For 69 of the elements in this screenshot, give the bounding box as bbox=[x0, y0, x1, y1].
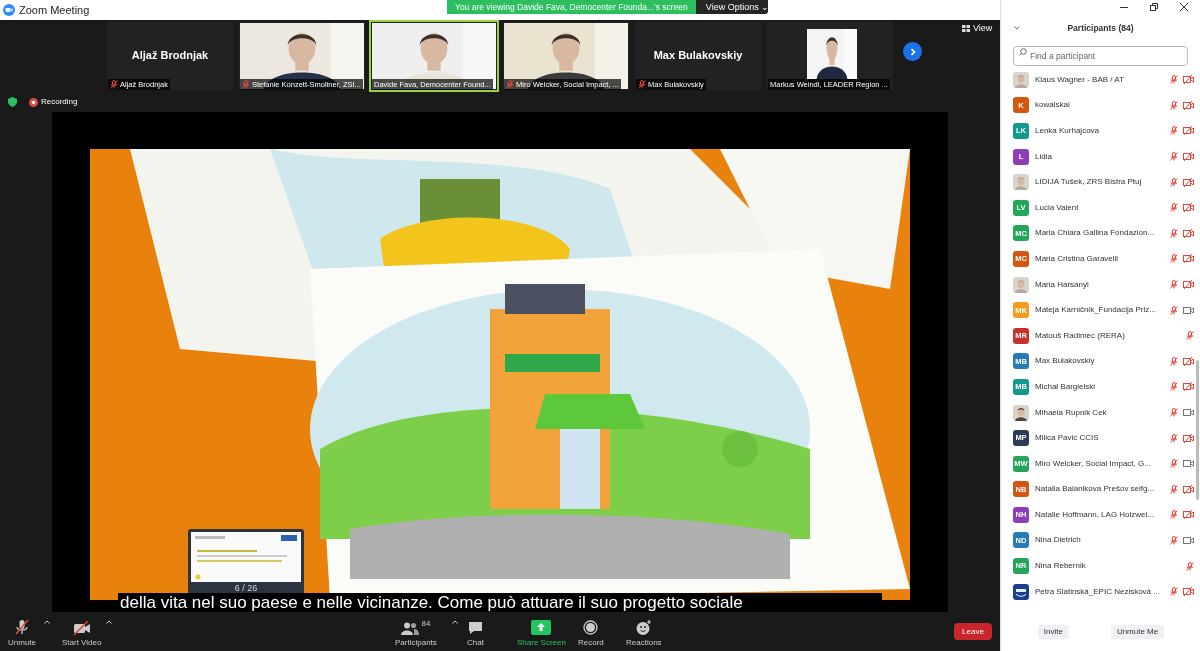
shield-icon bbox=[8, 97, 17, 107]
share-screen-icon bbox=[531, 620, 552, 635]
participant-row[interactable]: Mihaela Rupnik Cek bbox=[1013, 399, 1194, 426]
participant-name: Klaus Wagner - BAB / AT bbox=[1035, 73, 1125, 86]
share-screen-button[interactable]: Share Screen bbox=[517, 618, 566, 649]
close-icon[interactable] bbox=[1180, 3, 1188, 11]
mic-button[interactable]: Unmute bbox=[8, 618, 36, 649]
participant-name: Max Bulakovskiy bbox=[652, 48, 744, 63]
caret-up-icon[interactable] bbox=[106, 620, 112, 624]
muted-mic-icon bbox=[15, 619, 29, 635]
participant-name: LIDIJA Tušek, ZRS Bistra Ptuj bbox=[1035, 176, 1143, 189]
participant-name: Maria Cristina Garavelli bbox=[1035, 252, 1120, 265]
smiley-icon bbox=[635, 620, 652, 635]
recording-label: Recording bbox=[41, 96, 78, 108]
participant-name: Lidia bbox=[1035, 150, 1053, 163]
participant-name: Mateja Karničnik_Fundacija Priz... bbox=[1035, 304, 1157, 317]
scrollbar-thumb[interactable] bbox=[1196, 360, 1199, 500]
next-page-button[interactable] bbox=[903, 42, 922, 61]
camera-logo-icon bbox=[3, 4, 15, 16]
participant-name: Maria Harsanyi bbox=[1035, 278, 1090, 291]
participant-name: kowalskai bbox=[1035, 99, 1071, 112]
participant-name: Petra Slatinská_EPIC Nezisková ... bbox=[1035, 585, 1161, 598]
reactions-button[interactable]: Reactions bbox=[626, 618, 662, 649]
viewing-banner: You are viewing Davide Fava, Democenter Founda...'s screen bbox=[447, 0, 696, 14]
participant-name: Natalia Balanikova Prešov selfg... bbox=[1035, 483, 1156, 496]
panel-button[interactable]: Invite bbox=[1037, 624, 1069, 639]
participant-name: Nina Dietrich bbox=[1035, 534, 1082, 547]
minimize-icon[interactable] bbox=[1120, 6, 1128, 8]
chevron-right-icon bbox=[908, 47, 917, 56]
restore-icon[interactable] bbox=[1150, 3, 1158, 11]
grid-icon bbox=[962, 25, 970, 33]
participant-name: Lucia Valent bbox=[1035, 201, 1080, 214]
participant-row[interactable]: Maria Harsanyi bbox=[1013, 271, 1194, 298]
logo-avatar-icon bbox=[1013, 583, 1029, 600]
chat-button[interactable]: Chat bbox=[467, 618, 484, 649]
leave-button[interactable]: Leave bbox=[954, 623, 992, 640]
record-icon bbox=[583, 620, 599, 635]
participant-name: Matouš Radimec (RERA) bbox=[1035, 329, 1126, 342]
participant-row[interactable]: Klaus Wagner - BAB / AT bbox=[1013, 67, 1194, 93]
participant-name: Mihaela Rupnik Cek bbox=[1035, 406, 1108, 419]
search-icon bbox=[1019, 48, 1027, 56]
panel-title: Participants (84) bbox=[1067, 21, 1134, 35]
participant-name: Milica Pavic CCIS bbox=[1035, 432, 1100, 445]
search-field[interactable]: Find a participant bbox=[1013, 46, 1188, 66]
participant-name: Lenka Kurhajcova bbox=[1035, 125, 1101, 137]
record-button[interactable]: Record bbox=[578, 618, 604, 649]
participant-name: Maria Chiara Gallina Fondazion... bbox=[1035, 227, 1156, 240]
record-icon bbox=[29, 97, 38, 107]
participant-name: Nina Rebernik bbox=[1035, 560, 1087, 573]
participant-name: Aljaž Brodnjak bbox=[130, 48, 210, 63]
participant-row[interactable]: Petra Slatinská_EPIC Nezisková ... bbox=[1013, 578, 1194, 605]
participant-count: 84 bbox=[421, 618, 431, 630]
participant-name: Miro Welcker, Social Impact, G... bbox=[1035, 457, 1152, 470]
video-button[interactable]: Start Video bbox=[62, 618, 102, 649]
window-title: Zoom Meeting bbox=[19, 2, 90, 18]
panel-button[interactable]: Unmute Me bbox=[1110, 624, 1165, 639]
people-icon bbox=[401, 622, 420, 635]
participant-row[interactable]: LIDIJA Tušek, ZRS Bistra Ptuj bbox=[1013, 169, 1194, 195]
video-off-icon bbox=[72, 621, 91, 635]
chevron-down-icon[interactable] bbox=[1014, 26, 1020, 30]
participant-name: Max Bulakovskiy bbox=[1035, 355, 1096, 368]
participant-name: Michał Bargielski bbox=[1035, 380, 1097, 393]
caret-up-icon[interactable] bbox=[452, 620, 458, 624]
participants-button[interactable]: 84 Participants bbox=[395, 618, 437, 649]
participant-name: Natalie Hoffmann, LAG Holzwel... bbox=[1035, 508, 1155, 521]
caret-up-icon[interactable] bbox=[44, 620, 50, 624]
view-options-button[interactable]: View Options ⌄ bbox=[695, 0, 768, 14]
view-button[interactable]: View bbox=[962, 22, 993, 36]
chat-icon bbox=[467, 621, 483, 635]
